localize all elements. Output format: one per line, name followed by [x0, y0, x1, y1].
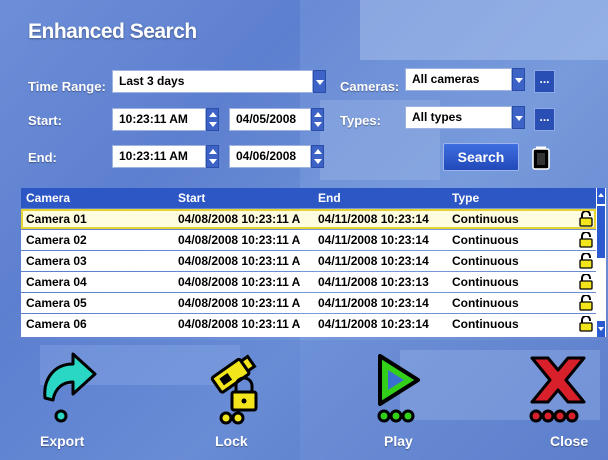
- cell-end: 04/11/2008 10:23:14: [318, 254, 429, 268]
- cell-end: 04/11/2008 10:23:13: [318, 275, 429, 289]
- camera-lock-icon: [210, 354, 258, 425]
- cell-start: 04/08/2008 10:23:11 A: [178, 212, 301, 226]
- close-button[interactable]: Close: [520, 350, 608, 460]
- end-label: End:: [28, 150, 57, 165]
- cell-type: Continuous: [452, 233, 519, 247]
- trash-icon[interactable]: [532, 146, 550, 170]
- table-row[interactable]: Camera 02 04/08/2008 10:23:11 A 04/11/20…: [21, 230, 596, 250]
- cell-camera: Camera 01: [26, 212, 87, 226]
- types-browse-button[interactable]: ...: [534, 108, 555, 131]
- table-row[interactable]: Camera 01 04/08/2008 10:23:11 A 04/11/20…: [21, 209, 596, 229]
- open-padlock-icon[interactable]: [579, 211, 593, 227]
- end-time-spinner[interactable]: [206, 145, 219, 168]
- table-row[interactable]: Camera 06 04/08/2008 10:23:11 A 04/11/20…: [21, 314, 596, 337]
- column-camera[interactable]: Camera: [26, 191, 70, 205]
- cell-type: Continuous: [452, 212, 519, 226]
- column-start[interactable]: Start: [178, 191, 205, 205]
- open-padlock-icon[interactable]: [579, 316, 593, 332]
- time-range-select[interactable]: Last 3 days: [112, 70, 313, 93]
- cell-camera: Camera 04: [26, 275, 87, 289]
- scroll-up-arrow-icon[interactable]: [597, 188, 605, 204]
- cell-start: 04/08/2008 10:23:11 A: [178, 254, 301, 268]
- cell-start: 04/08/2008 10:23:11 A: [178, 317, 301, 331]
- close-label: Close: [550, 433, 589, 449]
- lock-button[interactable]: Lock: [195, 350, 275, 460]
- cell-end: 04/11/2008 10:23:14: [318, 212, 429, 226]
- cell-start: 04/08/2008 10:23:11 A: [178, 296, 301, 310]
- open-padlock-icon[interactable]: [579, 295, 593, 311]
- table-row[interactable]: Camera 04 04/08/2008 10:23:11 A 04/11/20…: [21, 272, 596, 292]
- export-button[interactable]: Export: [25, 350, 105, 460]
- export-label: Export: [40, 433, 85, 449]
- cameras-dropdown-button[interactable]: [512, 68, 525, 91]
- start-time-field[interactable]: 10:23:11 AM: [112, 108, 206, 131]
- cell-end: 04/11/2008 10:23:14: [318, 233, 429, 247]
- end-date-spinner[interactable]: [311, 145, 324, 168]
- table-header: Camera Start End Type: [21, 188, 596, 208]
- cell-end: 04/11/2008 10:23:14: [318, 296, 429, 310]
- cell-type: Continuous: [452, 296, 519, 310]
- cell-camera: Camera 02: [26, 233, 87, 247]
- enhanced-search-window: Enhanced Search Time Range: Last 3 days …: [0, 0, 608, 460]
- open-padlock-icon[interactable]: [579, 253, 593, 269]
- table-row[interactable]: Camera 03 04/08/2008 10:23:11 A 04/11/20…: [21, 251, 596, 271]
- open-padlock-icon[interactable]: [579, 232, 593, 248]
- export-arrow-icon: [43, 352, 97, 423]
- start-date-field[interactable]: 04/05/2008: [229, 108, 311, 131]
- cell-type: Continuous: [452, 317, 519, 331]
- lock-label: Lock: [215, 433, 248, 449]
- types-label: Types:: [340, 113, 381, 128]
- start-date-spinner[interactable]: [311, 108, 324, 131]
- cell-camera: Camera 03: [26, 254, 87, 268]
- search-button[interactable]: Search: [443, 143, 519, 171]
- cell-start: 04/08/2008 10:23:11 A: [178, 233, 301, 247]
- results-table: Camera Start End Type Camera 01 04/08/20…: [21, 188, 606, 337]
- end-date-field[interactable]: 04/06/2008: [229, 145, 311, 168]
- cameras-label: Cameras:: [340, 79, 400, 94]
- types-select[interactable]: All types: [405, 106, 512, 129]
- red-x-icon: [529, 356, 586, 423]
- window-title: Enhanced Search: [28, 20, 197, 43]
- end-time-field[interactable]: 10:23:11 AM: [112, 145, 206, 168]
- column-type[interactable]: Type: [452, 191, 479, 205]
- table-scrollbar[interactable]: [596, 188, 606, 337]
- cameras-browse-button[interactable]: ...: [534, 70, 555, 93]
- cell-camera: Camera 06: [26, 317, 87, 331]
- cell-end: 04/11/2008 10:23:14: [318, 317, 429, 331]
- cameras-select[interactable]: All cameras: [405, 68, 512, 91]
- cell-camera: Camera 05: [26, 296, 87, 310]
- cell-start: 04/08/2008 10:23:11 A: [178, 275, 301, 289]
- open-padlock-icon[interactable]: [579, 274, 593, 290]
- cell-type: Continuous: [452, 254, 519, 268]
- scrollbar-thumb[interactable]: [597, 206, 605, 258]
- play-triangle-icon: [377, 354, 420, 423]
- play-button[interactable]: Play: [370, 350, 450, 460]
- column-end[interactable]: End: [318, 191, 341, 205]
- table-row[interactable]: Camera 05 04/08/2008 10:23:11 A 04/11/20…: [21, 293, 596, 313]
- start-time-spinner[interactable]: [206, 108, 219, 131]
- time-range-dropdown-button[interactable]: [313, 70, 326, 93]
- time-range-label: Time Range:: [28, 79, 106, 94]
- types-dropdown-button[interactable]: [512, 106, 525, 129]
- play-label: Play: [384, 433, 413, 449]
- cell-type: Continuous: [452, 275, 519, 289]
- scroll-down-arrow-icon[interactable]: [597, 321, 605, 337]
- start-label: Start:: [28, 113, 62, 128]
